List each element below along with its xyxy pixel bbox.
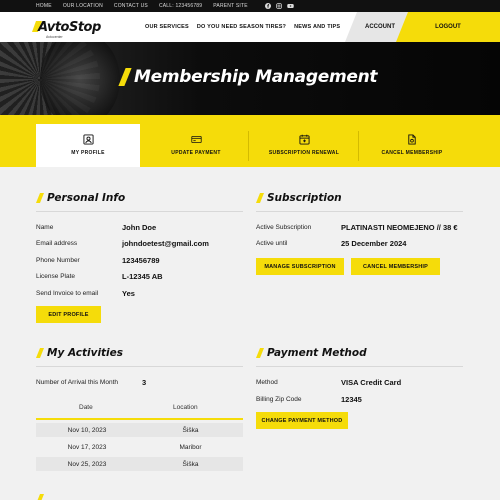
manage-subscription-button[interactable]: MANAGE SUBSCRIPTION	[256, 258, 344, 275]
logout-button[interactable]: LOGOUT	[396, 12, 500, 42]
row-date: Nov 10, 2023	[67, 426, 107, 434]
my-activities-title: My Activities	[47, 347, 124, 359]
social-links	[264, 3, 294, 9]
table-row: Nov 25, 2023 Šiška	[36, 457, 243, 471]
subscription-title: Subscription	[267, 192, 342, 204]
edit-profile-button[interactable]: EDIT PROFILE	[36, 306, 101, 323]
active-until-label: Active until	[256, 240, 288, 247]
section-divider	[256, 366, 463, 367]
profile-icon	[82, 134, 94, 145]
name-value: John Doe	[122, 223, 157, 232]
arrival-count-value: 3	[142, 378, 147, 387]
section-accent	[35, 348, 45, 358]
page-title: Membership Management	[134, 67, 378, 87]
nav-link-season-tires[interactable]: DO YOU NEED SEASON TIRES?	[197, 24, 286, 30]
topbar-link-location[interactable]: OUR LOCATION	[63, 3, 103, 9]
change-payment-method-button[interactable]: CHANGE PAYMENT METHOD	[256, 412, 348, 429]
tab-divider	[248, 131, 249, 161]
tab-subscription-renewal[interactable]: SUBSCRIPTION RENEWAL	[252, 124, 356, 167]
section-divider	[256, 211, 463, 212]
topbar-link-parent-site[interactable]: PARENT SITE	[213, 3, 248, 9]
phone-label: Phone Number	[36, 257, 80, 264]
top-utility-bar: HOME OUR LOCATION CONTACT US CALL: 12345…	[0, 0, 500, 12]
payment-method-value: VISA Credit Card	[341, 378, 402, 387]
table-row: Nov 17, 2023 Maribor	[36, 440, 243, 454]
tab-label: UPDATE PAYMENT	[171, 150, 221, 156]
column-header-location: Location	[173, 404, 198, 411]
table-header-underline	[36, 418, 243, 420]
nav-link-news-tips[interactable]: NEWS AND TIPS	[294, 24, 340, 30]
tire-image-shade	[40, 42, 120, 115]
row-location: Šiška	[182, 426, 199, 434]
billing-zip-label: Billing Zip Code	[256, 396, 302, 403]
phone-value: 123456789	[122, 256, 160, 265]
facebook-icon[interactable]	[264, 3, 271, 9]
tab-label: SUBSCRIPTION RENEWAL	[268, 150, 340, 156]
site-logo[interactable]: AvtoStop	[38, 20, 101, 35]
payment-method-label: Method	[256, 379, 278, 386]
billing-zip-value: 12345	[341, 395, 362, 404]
email-value: johndoetest@gmail.com	[122, 239, 209, 248]
instagram-icon[interactable]	[276, 3, 282, 9]
row-date: Nov 25, 2023	[67, 460, 107, 468]
section-accent	[255, 193, 265, 203]
topbar-link-contact[interactable]: CONTACT US	[114, 3, 148, 9]
row-location: Maribor	[179, 443, 202, 451]
send-invoice-label: Send Invoice to email	[36, 290, 99, 297]
hero-banner: Membership Management	[0, 42, 500, 115]
calendar-icon	[298, 134, 310, 145]
row-location: Šiška	[182, 460, 199, 468]
section-accent	[35, 193, 45, 203]
nav-link-our-services[interactable]: OUR SERVICES	[145, 24, 189, 30]
arrival-count-label: Number of Arrival this Month	[36, 379, 119, 386]
membership-tabs: MY PROFILE UPDATE PAYMENT SUBSCRIPTION R…	[0, 115, 500, 167]
section-accent	[35, 494, 45, 500]
tab-divider	[358, 131, 359, 161]
active-subscription-value: PLATINASTI NEOMEJENO // 38 €	[341, 223, 458, 232]
tab-label: MY PROFILE	[71, 150, 105, 156]
topbar-link-home[interactable]: HOME	[36, 3, 52, 9]
document-icon	[407, 134, 418, 145]
cancel-membership-button[interactable]: CANCEL MEMBERSHIP	[351, 258, 440, 275]
tab-label: CANCEL MEMBERSHIP	[381, 150, 443, 156]
active-subscription-label: Active Subscription	[256, 224, 312, 231]
tab-update-payment[interactable]: UPDATE PAYMENT	[144, 124, 248, 167]
column-header-date: Date	[79, 404, 93, 411]
tab-cancel-membership[interactable]: CANCEL MEMBERSHIP	[360, 124, 464, 167]
section-accent	[255, 348, 265, 358]
hero-title-accent	[118, 68, 132, 86]
email-label: Email address	[36, 240, 78, 247]
site-logo-subtitle: Avtocenter	[46, 35, 63, 39]
credit-card-icon	[190, 134, 202, 145]
section-divider	[36, 366, 243, 367]
row-date: Nov 17, 2023	[67, 443, 107, 451]
send-invoice-value: Yes	[122, 289, 135, 298]
active-until-value: 25 December 2024	[341, 239, 407, 248]
payment-method-title: Payment Method	[267, 347, 367, 359]
license-plate-label: License Plate	[36, 273, 76, 280]
youtube-icon[interactable]	[287, 3, 294, 9]
personal-info-title: Personal Info	[47, 192, 126, 204]
name-label: Name	[36, 224, 54, 231]
license-plate-value: L-12345 AB	[122, 272, 163, 281]
tab-my-profile[interactable]: MY PROFILE	[36, 124, 140, 167]
table-row: Nov 10, 2023 Šiška	[36, 423, 243, 437]
topbar-link-call[interactable]: CALL: 123456789	[159, 3, 202, 9]
section-divider	[36, 211, 243, 212]
